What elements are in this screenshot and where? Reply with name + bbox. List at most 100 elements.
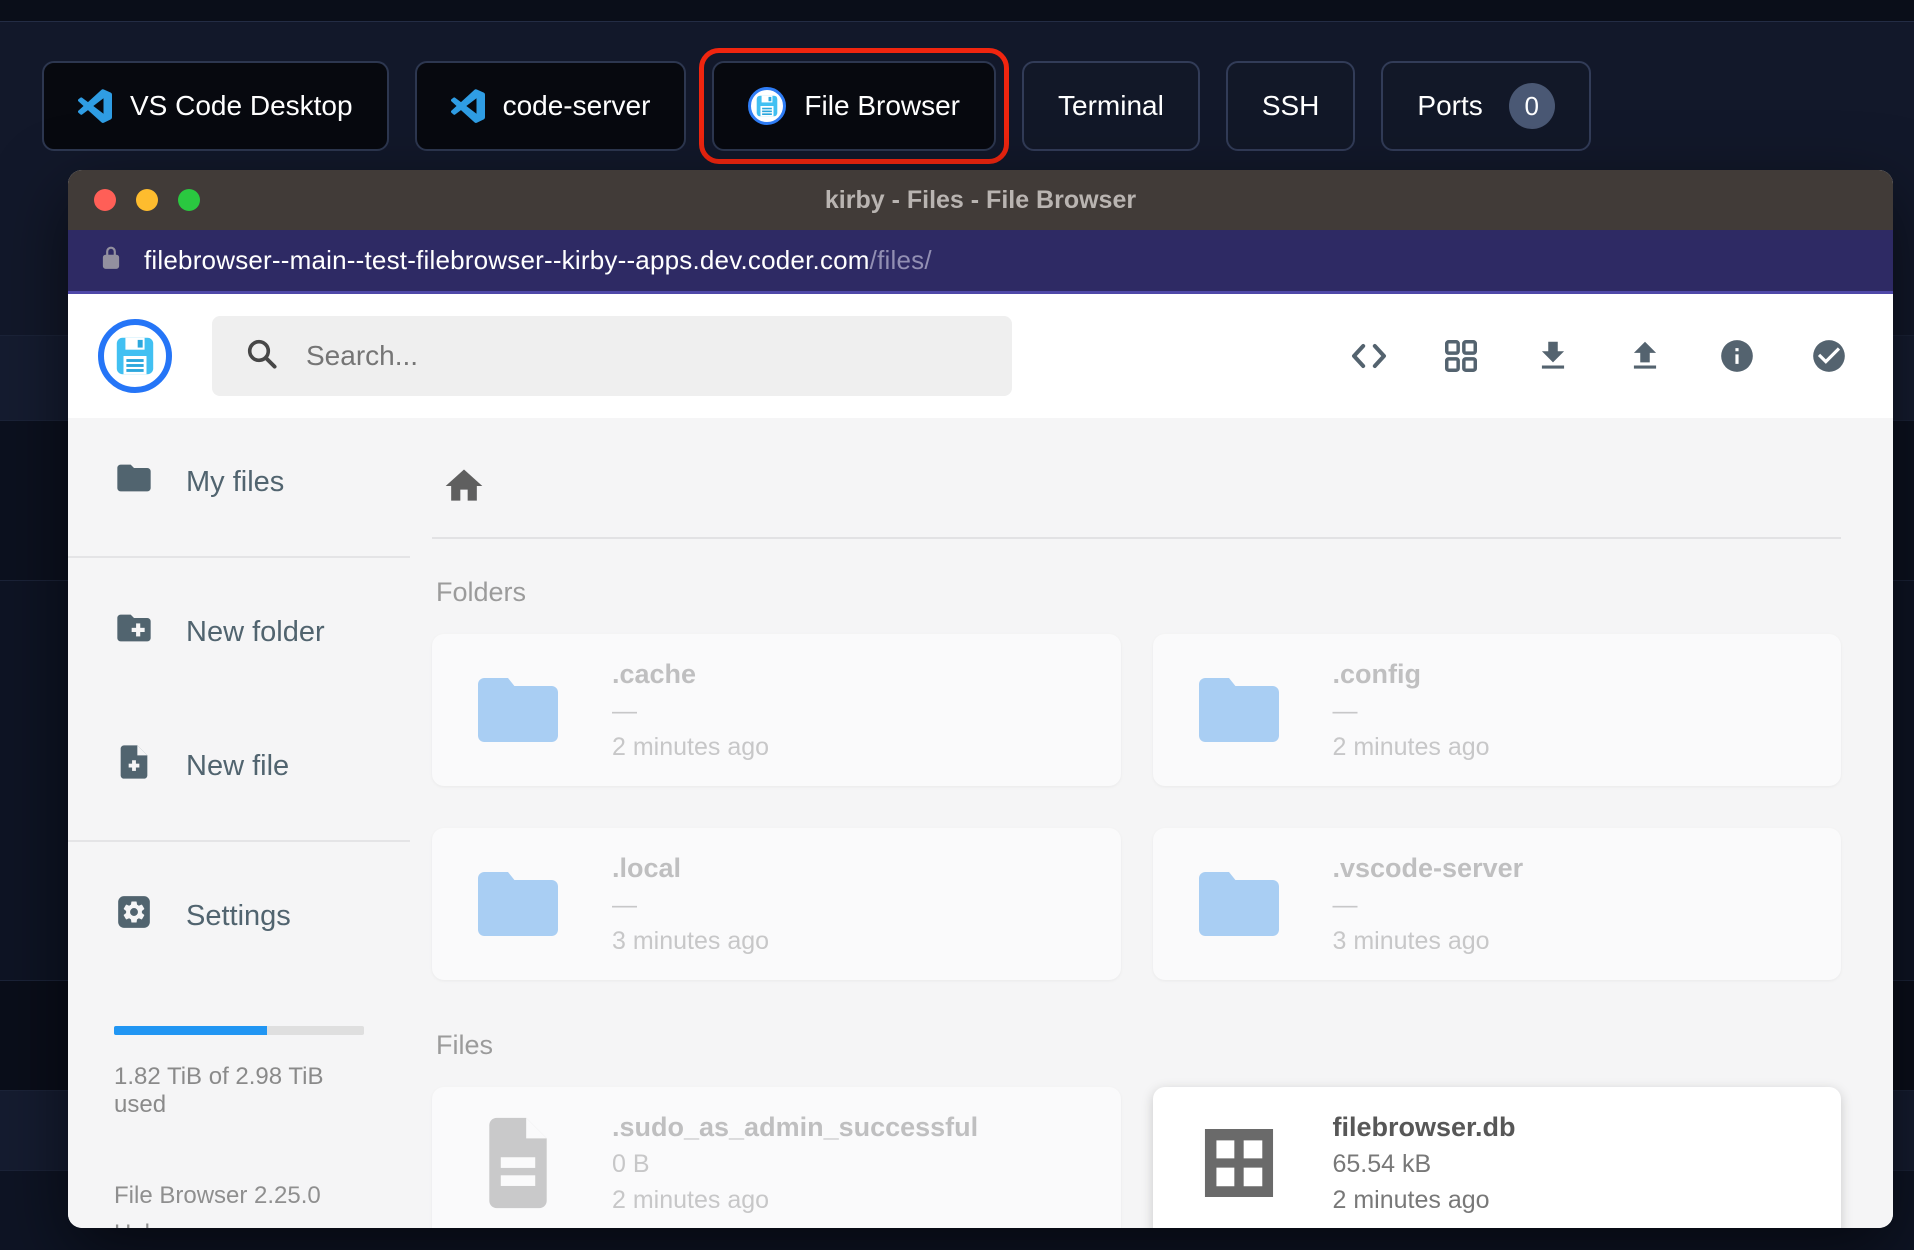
window-title: kirby - Files - File Browser bbox=[824, 185, 1137, 214]
section-title-folders: Folders bbox=[436, 577, 527, 607]
info-icon[interactable] bbox=[1717, 336, 1757, 376]
sidebar: My files New folder New file Settings 1.… bbox=[68, 418, 410, 1228]
section-title-files: Files bbox=[436, 1030, 494, 1060]
file-browser-header bbox=[68, 294, 1893, 418]
folders-grid: .cache — 2 minutes ago .config — 2 minut bbox=[432, 634, 1841, 980]
item-name: .sudo_as_admin_successful bbox=[612, 1111, 979, 1142]
new-file-icon bbox=[114, 742, 154, 790]
item-modified: 3 minutes ago bbox=[1332, 926, 1490, 955]
folder-card-config[interactable]: .config — 2 minutes ago bbox=[1152, 634, 1841, 786]
background-top-strip bbox=[0, 0, 1914, 22]
app-button-label: Ports bbox=[1417, 90, 1483, 121]
folder-icon bbox=[1191, 669, 1287, 751]
item-name: .cache bbox=[612, 658, 697, 689]
item-modified: 3 minutes ago bbox=[612, 926, 770, 955]
lock-icon bbox=[98, 245, 124, 276]
coder-workspace-page: VS Code Desktop code-server File Browser… bbox=[0, 0, 1914, 1250]
item-modified: 2 minutes ago bbox=[1332, 732, 1490, 761]
address-bar[interactable]: filebrowser--main--test-filebrowser--kir… bbox=[68, 230, 1893, 294]
app-button-code-server[interactable]: code-server bbox=[414, 61, 687, 151]
sidebar-divider bbox=[68, 556, 410, 558]
app-button-label: VS Code Desktop bbox=[130, 90, 353, 121]
sidebar-item-new-folder[interactable]: New folder bbox=[68, 578, 410, 686]
item-name: .config bbox=[1332, 658, 1422, 689]
search-input[interactable] bbox=[306, 340, 980, 372]
app-button-label: SSH bbox=[1261, 90, 1320, 121]
listing-divider bbox=[432, 537, 1841, 539]
app-button-ssh[interactable]: SSH bbox=[1225, 61, 1356, 151]
ports-count-badge: 0 bbox=[1508, 83, 1555, 129]
sidebar-item-label: Settings bbox=[186, 899, 291, 932]
item-size: — bbox=[612, 696, 637, 725]
folder-icon bbox=[470, 669, 566, 751]
breadcrumb bbox=[432, 446, 1841, 537]
vscode-icon bbox=[78, 89, 112, 123]
folder-card-vscode-server[interactable]: .vscode-server — 3 minutes ago bbox=[1152, 828, 1841, 980]
sidebar-item-label: My files bbox=[186, 465, 285, 498]
item-name: .vscode-server bbox=[1332, 852, 1524, 883]
window-titlebar: kirby - Files - File Browser bbox=[68, 170, 1893, 230]
item-name: .local bbox=[612, 852, 682, 883]
file-icon bbox=[470, 1113, 566, 1213]
app-button-ports[interactable]: Ports 0 bbox=[1381, 61, 1591, 151]
zoom-window-button[interactable] bbox=[178, 189, 200, 211]
folder-card-local[interactable]: .local — 3 minutes ago bbox=[432, 828, 1121, 980]
storage-progress-fill bbox=[114, 1026, 267, 1035]
url-path: /files/ bbox=[869, 245, 932, 275]
app-button-file-browser[interactable]: File Browser bbox=[712, 61, 997, 151]
sidebar-item-label: New file bbox=[186, 749, 290, 782]
sidebar-item-my-files[interactable]: My files bbox=[68, 428, 410, 536]
shell-icon[interactable] bbox=[1349, 336, 1389, 376]
item-modified: 2 minutes ago bbox=[612, 1185, 770, 1214]
url-text: filebrowser--main--test-filebrowser--kir… bbox=[144, 245, 932, 276]
close-window-button[interactable] bbox=[94, 189, 116, 211]
sidebar-item-new-file[interactable]: New file bbox=[68, 712, 410, 820]
item-size: 65.54 kB bbox=[1332, 1149, 1432, 1178]
app-button-label: Terminal bbox=[1058, 90, 1164, 121]
home-icon[interactable] bbox=[442, 469, 486, 512]
settings-gear-icon bbox=[114, 892, 154, 940]
folder-card-cache[interactable]: .cache — 2 minutes ago bbox=[432, 634, 1121, 786]
switch-view-icon[interactable] bbox=[1441, 336, 1481, 376]
folder-icon bbox=[470, 863, 566, 945]
file-card-sudo-as-admin-successful[interactable]: .sudo_as_admin_successful 0 B 2 minutes … bbox=[432, 1087, 1121, 1228]
folder-icon bbox=[114, 458, 154, 506]
url-domain: filebrowser--main--test-filebrowser--kir… bbox=[144, 245, 870, 275]
file-card-filebrowser-db[interactable]: filebrowser.db 65.54 kB 2 minutes ago bbox=[1152, 1087, 1841, 1228]
minimize-window-button[interactable] bbox=[136, 189, 158, 211]
item-size: 0 B bbox=[612, 1149, 650, 1178]
storage-usage: 1.82 TiB of 2.98 TiB used bbox=[114, 1026, 364, 1119]
annotation-highlight-ring: File Browser bbox=[699, 48, 1010, 164]
file-browser-logo[interactable] bbox=[98, 319, 172, 393]
sidebar-item-settings[interactable]: Settings bbox=[68, 862, 410, 970]
item-size: — bbox=[1332, 890, 1358, 919]
item-name: filebrowser.db bbox=[1332, 1111, 1516, 1142]
search-icon bbox=[244, 336, 280, 377]
file-listing: Folders .cache — 2 minutes ago .config —… bbox=[410, 418, 1893, 1228]
app-button-terminal[interactable]: Terminal bbox=[1022, 61, 1200, 151]
download-icon[interactable] bbox=[1533, 336, 1573, 376]
database-file-icon bbox=[1191, 1120, 1287, 1206]
vscode-icon bbox=[450, 89, 485, 123]
app-button-label: File Browser bbox=[804, 90, 961, 121]
new-folder-icon bbox=[114, 608, 154, 656]
item-modified: 2 minutes ago bbox=[612, 732, 770, 761]
help-link[interactable]: Help bbox=[114, 1215, 364, 1228]
folder-icon bbox=[1191, 863, 1287, 945]
upload-icon[interactable] bbox=[1625, 336, 1665, 376]
browser-window: kirby - Files - File Browser filebrowser… bbox=[68, 170, 1893, 1228]
file-browser-content: My files New folder New file Settings 1.… bbox=[68, 418, 1893, 1228]
traffic-lights bbox=[94, 189, 200, 211]
search-bar[interactable] bbox=[212, 316, 1012, 396]
select-multiple-icon[interactable] bbox=[1809, 336, 1849, 376]
app-button-bar: VS Code Desktop code-server File Browser… bbox=[42, 48, 1884, 164]
storage-progress-bar bbox=[114, 1026, 364, 1035]
item-modified: 2 minutes ago bbox=[1332, 1185, 1490, 1214]
header-toolbar bbox=[1349, 336, 1849, 376]
file-browser-floppy-icon bbox=[748, 87, 787, 125]
app-button-label: code-server bbox=[502, 90, 651, 121]
app-button-vscode-desktop[interactable]: VS Code Desktop bbox=[42, 61, 389, 151]
sidebar-item-label: New folder bbox=[186, 615, 325, 648]
files-grid: .sudo_as_admin_successful 0 B 2 minutes … bbox=[432, 1087, 1841, 1228]
item-size: — bbox=[612, 890, 637, 919]
